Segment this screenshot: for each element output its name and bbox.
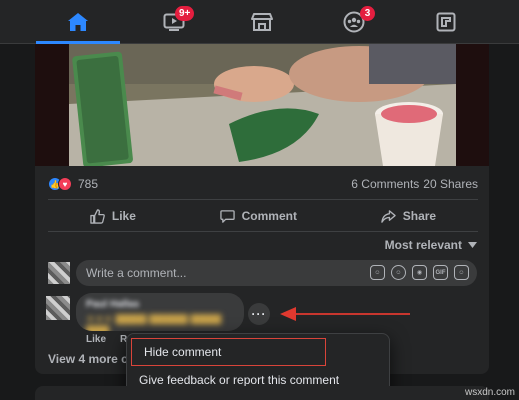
like-button[interactable]: Like: [90, 208, 136, 224]
view-more-comments-link[interactable]: View 4 more comments: [48, 352, 128, 366]
post-stats: 👍 ♥ 785 6 Comments 20 Shares: [48, 175, 478, 193]
comment-sort-dropdown[interactable]: Most relevant: [385, 238, 477, 252]
groups-badge: 3: [360, 6, 375, 21]
comment-button[interactable]: Comment: [219, 209, 297, 224]
camera-icon[interactable]: ◉: [412, 265, 427, 280]
hide-comment-label: Hide comment: [144, 345, 222, 359]
top-navigation: 9+ 3: [0, 0, 519, 44]
reaction-count[interactable]: 785: [78, 177, 98, 191]
comment-input-placeholder: Write a comment...: [86, 266, 187, 280]
comment-count[interactable]: 6 Comments: [351, 177, 419, 191]
watermark: wsxdn.com: [464, 387, 515, 398]
post-actions: Like Comment Share: [48, 201, 478, 231]
more-options-icon: ···: [251, 307, 267, 321]
report-comment-label: Give feedback or report this comment: [139, 373, 340, 387]
comment-button-label: Comment: [241, 209, 297, 223]
nav-tab-home[interactable]: [36, 0, 120, 44]
like-button-label: Like: [111, 209, 136, 223]
post-photo[interactable]: [69, 44, 456, 166]
next-post-card: [35, 386, 489, 400]
comment-input[interactable]: Write a comment... ☺ ☺ ◉ GIF ☺: [76, 260, 477, 286]
share-button-label: Share: [402, 209, 437, 223]
share-icon: [381, 209, 396, 223]
emoji-icon[interactable]: ☺: [391, 265, 406, 280]
sort-label: Most relevant: [384, 238, 462, 252]
nav-tab-groups[interactable]: 3: [312, 0, 396, 44]
annotation-arrow: [280, 307, 410, 321]
commenter-avatar[interactable]: [46, 296, 70, 320]
nav-tab-gaming[interactable]: [404, 0, 488, 44]
love-reaction-icon: ♥: [58, 177, 72, 191]
sticker-icon[interactable]: ☺: [454, 265, 469, 280]
comment-text: ★★★ ▇▇▇▇ ▇▇▇▇▇ ▇▇▇▇ ▇▇▇: [86, 314, 222, 331]
composer-tools: ☺ ☺ ◉ GIF ☺: [370, 265, 469, 280]
comment-bubble: Paul Hallas ★★★ ▇▇▇▇ ▇▇▇▇▇ ▇▇▇▇ ▇▇▇: [76, 293, 244, 331]
comment-icon: [219, 209, 235, 223]
nav-tab-watch[interactable]: 9+: [132, 0, 216, 44]
comment-more-options-button[interactable]: ···: [248, 303, 270, 325]
avatar-sticker-icon[interactable]: ☺: [370, 265, 385, 280]
home-icon: [68, 13, 88, 31]
caret-down-icon: [468, 242, 477, 248]
marketplace-icon: [251, 13, 273, 31]
user-avatar[interactable]: [48, 262, 70, 284]
gif-icon[interactable]: GIF: [433, 265, 448, 280]
thumbs-up-icon: [90, 208, 105, 224]
hide-comment-menu-item[interactable]: Hide comment: [131, 338, 326, 366]
divider: [48, 199, 478, 200]
post-photo-image: [69, 44, 456, 166]
commenter-name[interactable]: Paul Hallas: [86, 299, 234, 310]
nav-tab-marketplace[interactable]: [220, 0, 304, 44]
gaming-icon: [436, 12, 456, 32]
divider: [48, 231, 478, 232]
share-count[interactable]: 20 Shares: [423, 177, 478, 191]
comment-like-link[interactable]: Like: [86, 334, 106, 345]
watch-badge: 9+: [175, 6, 195, 21]
share-button[interactable]: Share: [381, 209, 436, 224]
